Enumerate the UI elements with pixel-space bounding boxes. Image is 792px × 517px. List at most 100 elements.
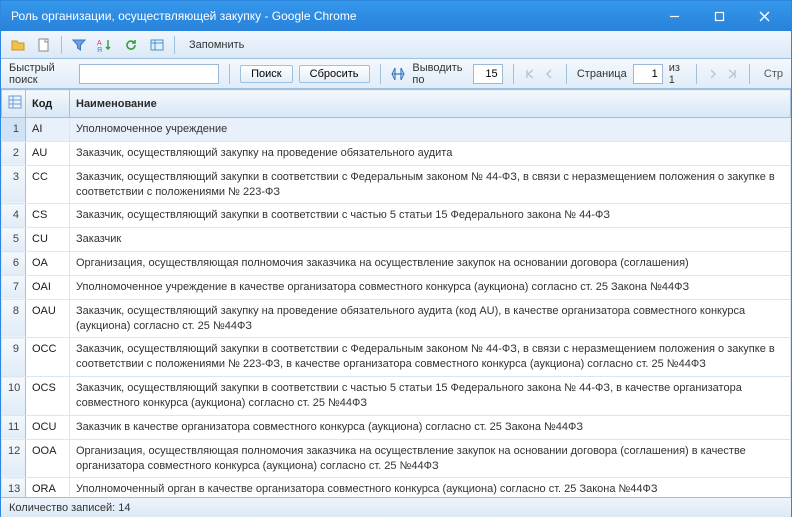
filter-icon[interactable] [68,34,90,56]
table-row[interactable]: 12OOAОрганизация, осуществляющая полномо… [2,439,791,478]
toolbar-separator [174,36,175,54]
cell-code: ORA [26,478,70,497]
separator [566,64,567,84]
separator [696,64,697,84]
cell-name: Заказчик, осуществляющий закупку на пров… [70,299,791,338]
first-page-icon[interactable] [523,66,536,82]
cell-code: OA [26,252,70,276]
cell-name: Организация, осуществляющая полномочия з… [70,252,791,276]
cell-name: Заказчик в качестве организатора совмест… [70,415,791,439]
quick-search-label: Быстрый поиск [9,62,73,86]
grid-scroll[interactable]: Код Наименование 1AIУполномоченное учреж… [1,89,791,497]
record-count: Количество записей: 14 [9,502,131,514]
table-row[interactable]: 6OAОрганизация, осуществляющая полномочи… [2,252,791,276]
cell-name: Заказчик, осуществляющий закупку на пров… [70,141,791,165]
cell-name: Организация, осуществляющая полномочия з… [70,439,791,478]
row-number: 6 [2,252,26,276]
cell-name: Заказчик [70,228,791,252]
cell-code: OCC [26,338,70,377]
table-row[interactable]: 9OCCЗаказчик, осуществляющий закупки в с… [2,338,791,377]
row-number: 13 [2,478,26,497]
close-button[interactable] [742,2,787,30]
separator [513,64,514,84]
str-label: Стр [760,68,783,80]
separator [380,64,381,84]
table-row[interactable]: 2AUЗаказчик, осуществляющий закупку на п… [2,141,791,165]
cell-code: OAI [26,275,70,299]
cell-code: CS [26,204,70,228]
cell-name: Заказчик, осуществляющий закупки в соотв… [70,165,791,204]
open-icon[interactable] [7,34,29,56]
refresh-icon[interactable] [120,34,142,56]
table-row[interactable]: 1AIУполномоченное учреждение [2,118,791,142]
column-header-code[interactable]: Код [26,90,70,118]
prev-page-icon[interactable] [543,66,556,82]
export-icon[interactable] [146,34,168,56]
cell-code: OOA [26,439,70,478]
row-number-header[interactable] [2,90,26,118]
cell-code: AI [26,118,70,142]
cell-code: CC [26,165,70,204]
remember-button[interactable]: Запомнить [181,34,252,56]
table-row[interactable]: 7OAIУполномоченное учреждение в качестве… [2,275,791,299]
reset-button[interactable]: Сбросить [299,65,370,83]
svg-text:Я: Я [97,47,102,53]
table-row[interactable]: 8OAUЗаказчик, осуществляющий закупку на … [2,299,791,338]
of-label: из 1 [669,62,686,86]
status-bar: Количество записей: 14 [1,497,791,517]
minimize-button[interactable] [652,2,697,30]
remember-label: Запомнить [189,39,244,51]
row-number: 8 [2,299,26,338]
cell-name: Уполномоченный орган в качестве организа… [70,478,791,497]
separator [229,64,230,84]
per-page-input[interactable] [473,64,503,84]
per-page-label: Выводить по [412,62,466,86]
cell-name: Уполномоченное учреждение [70,118,791,142]
search-paging-toolbar: Быстрый поиск Поиск Сбросить Выводить по… [1,59,791,89]
page-input[interactable] [633,64,663,84]
row-number: 11 [2,415,26,439]
row-number: 10 [2,377,26,416]
row-number: 9 [2,338,26,377]
data-grid: Код Наименование 1AIУполномоченное учреж… [1,89,791,497]
table-row[interactable]: 5CUЗаказчик [2,228,791,252]
table-row[interactable]: 11OCUЗаказчик в качестве организатора со… [2,415,791,439]
cell-code: OAU [26,299,70,338]
cell-name: Заказчик, осуществляющий закупки в соотв… [70,377,791,416]
table-row[interactable]: 13ORAУполномоченный орган в качестве орг… [2,478,791,497]
new-doc-icon[interactable] [33,34,55,56]
table-row[interactable]: 10OCSЗаказчик, осуществляющий закупки в … [2,377,791,416]
maximize-button[interactable] [697,2,742,30]
grid-icon [8,95,22,109]
cell-name: Заказчик, осуществляющий закупки в соотв… [70,204,791,228]
cell-code: AU [26,141,70,165]
row-number: 7 [2,275,26,299]
cell-name: Заказчик, осуществляющий закупки в соотв… [70,338,791,377]
sort-icon[interactable]: AЯ [94,34,116,56]
row-number: 1 [2,118,26,142]
toolbar-separator [61,36,62,54]
main-toolbar: AЯ Запомнить [1,31,791,59]
table-row[interactable]: 3CCЗаказчик, осуществляющий закупки в со… [2,165,791,204]
row-number: 5 [2,228,26,252]
row-number: 4 [2,204,26,228]
search-button[interactable]: Поиск [240,65,292,83]
column-header-name[interactable]: Наименование [70,90,791,118]
separator [749,64,750,84]
window-title: Роль организации, осуществляющей закупку… [11,9,652,23]
cell-name: Уполномоченное учреждение в качестве орг… [70,275,791,299]
row-number: 12 [2,439,26,478]
row-number: 3 [2,165,26,204]
table-row[interactable]: 4CSЗаказчик, осуществляющий закупки в со… [2,204,791,228]
page-label: Страница [577,68,627,80]
cell-code: OCS [26,377,70,416]
row-number: 2 [2,141,26,165]
next-page-icon[interactable] [706,66,719,82]
window-titlebar: Роль организации, осуществляющей закупку… [1,1,791,31]
quick-search-input[interactable] [79,64,219,84]
svg-text:A: A [97,40,102,47]
cell-code: CU [26,228,70,252]
last-page-icon[interactable] [726,66,739,82]
cell-code: OCU [26,415,70,439]
columns-icon[interactable] [390,66,406,82]
